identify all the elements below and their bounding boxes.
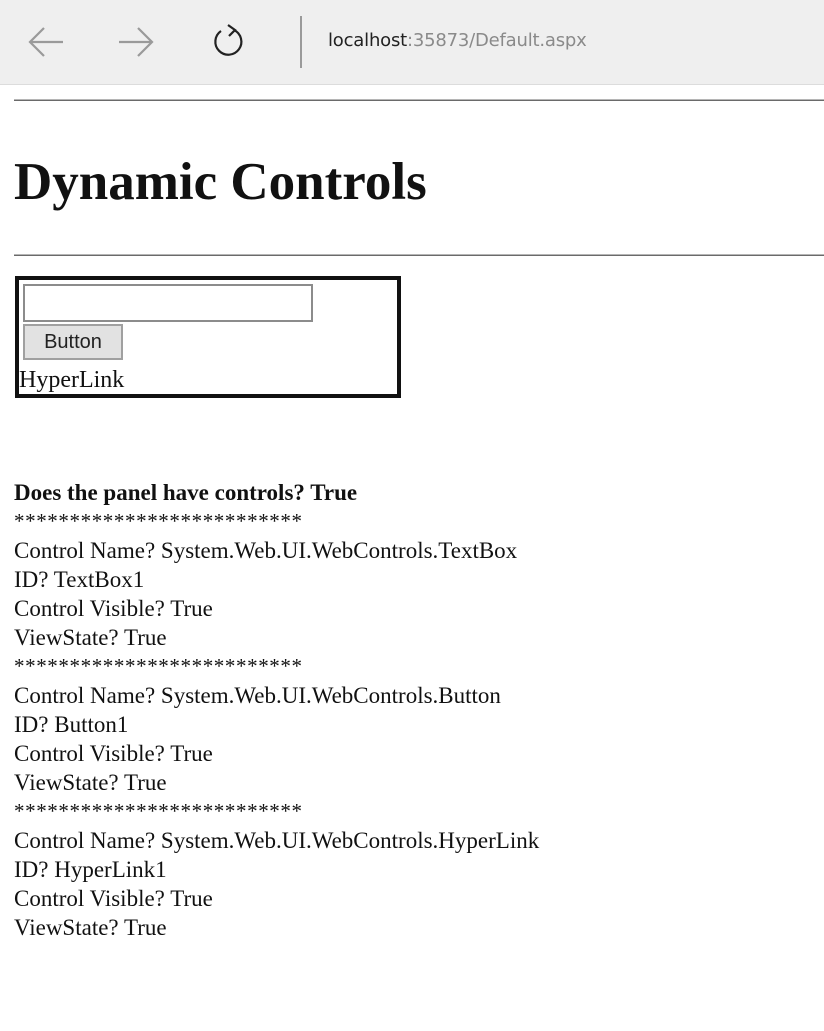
address-host: localhost — [328, 30, 407, 51]
textbox1-input[interactable] — [23, 284, 313, 322]
forward-arrow-icon — [119, 27, 154, 57]
control-visible-text: Control Visible? True — [14, 741, 213, 766]
control-name-text: Control Name? System.Web.UI.WebControls.… — [14, 828, 540, 853]
control-viewstate-text: ViewState? True — [14, 915, 167, 940]
button1[interactable]: Button — [23, 324, 123, 360]
address-path: :35873/Default.aspx — [407, 30, 587, 51]
control-id-text: ID? Button1 — [14, 712, 129, 737]
title-divider — [14, 254, 824, 256]
address-separator — [300, 16, 302, 68]
control-id-text: ID? TextBox1 — [14, 567, 145, 592]
forward-button[interactable] — [116, 22, 156, 62]
control-name-text: Control Name? System.Web.UI.WebControls.… — [14, 538, 518, 563]
back-arrow-icon — [28, 27, 63, 57]
panel-has-controls-text: Does the panel have controls? True — [14, 480, 358, 505]
hyperlink1[interactable]: HyperLink — [19, 366, 124, 394]
control-viewstate-text: ViewState? True — [14, 625, 167, 650]
top-divider — [14, 99, 824, 101]
refresh-button[interactable] — [208, 22, 248, 62]
control-viewstate-text: ViewState? True — [14, 770, 167, 795]
control-id-text: ID? HyperLink1 — [14, 857, 167, 882]
separator-line: ************************** — [14, 509, 303, 533]
browser-toolbar: localhost:35873/Default.aspx — [0, 0, 824, 85]
separator-line: ************************** — [14, 654, 303, 678]
page-title: Dynamic Controls — [14, 153, 427, 211]
control-visible-text: Control Visible? True — [14, 596, 213, 621]
control-visible-text: Control Visible? True — [14, 886, 213, 911]
refresh-icon — [214, 24, 243, 56]
output-text: Does the panel have controls? True *****… — [14, 478, 539, 942]
address-bar[interactable]: localhost:35873/Default.aspx — [328, 30, 587, 51]
control-name-text: Control Name? System.Web.UI.WebControls.… — [14, 683, 501, 708]
separator-line: ************************** — [14, 799, 303, 823]
back-button[interactable] — [26, 22, 66, 62]
controls-panel: Button HyperLink — [15, 276, 401, 398]
